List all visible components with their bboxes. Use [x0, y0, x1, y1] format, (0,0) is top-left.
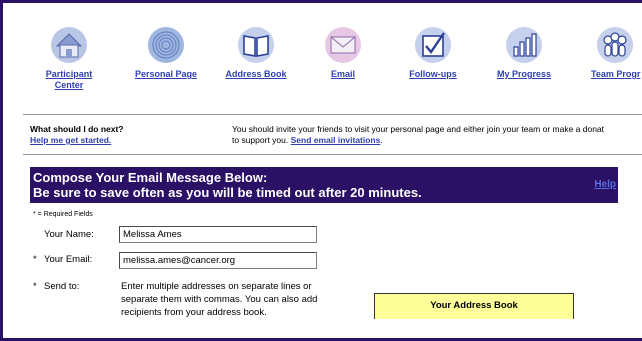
sendto-label: Send to: [44, 281, 80, 292]
page-frame: Participant Center Personal Page Address… [0, 0, 642, 341]
sendto-help: Enter multiple addresses on separate lin… [121, 281, 318, 318]
required-star: * [33, 281, 37, 292]
name-input[interactable] [119, 226, 317, 243]
email-label: Your Email: [44, 254, 93, 265]
name-label: Your Name: [44, 229, 94, 240]
required-star: * [33, 254, 37, 265]
required-note: * = Required Fields [33, 211, 93, 218]
form-area: * = Required Fields Your Name: * Your Em… [3, 3, 642, 319]
email-input[interactable] [119, 252, 317, 269]
address-book-panel: Your Address Book [374, 293, 574, 319]
